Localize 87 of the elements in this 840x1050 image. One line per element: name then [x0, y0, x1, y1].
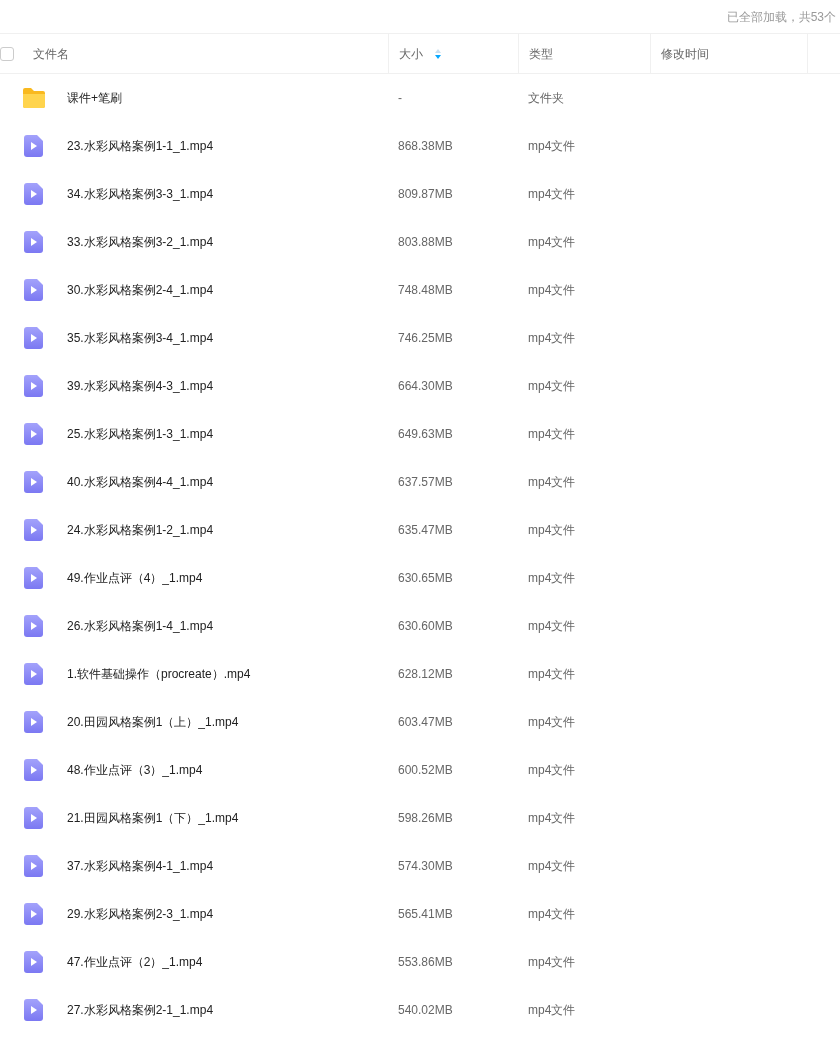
file-name[interactable]: 33.水彩风格案例3-2_1.mp4 — [67, 233, 214, 251]
file-name[interactable]: 48.作业点评（3）_1.mp4 — [67, 761, 203, 779]
file-size: 540.02MB — [398, 1003, 453, 1017]
file-name[interactable]: 24.水彩风格案例1-2_1.mp4 — [67, 521, 214, 539]
video-file-icon — [24, 855, 43, 877]
file-type: mp4文件 — [528, 715, 576, 729]
file-size: 574.30MB — [398, 859, 453, 873]
file-type: mp4文件 — [528, 523, 576, 537]
file-name[interactable]: 27.水彩风格案例2-1_1.mp4 — [67, 1001, 214, 1019]
video-file-icon — [24, 711, 43, 733]
video-file-icon — [24, 615, 43, 637]
select-all-checkbox[interactable] — [0, 46, 14, 61]
video-file-icon — [24, 951, 43, 973]
file-type: mp4文件 — [528, 427, 576, 441]
file-type: 文件夹 — [528, 91, 564, 105]
file-size: 630.65MB — [398, 571, 453, 585]
load-status-text: 已全部加载，共53个 — [726, 8, 836, 26]
video-file-icon — [24, 183, 43, 205]
file-name[interactable]: 49.作业点评（4）_1.mp4 — [67, 569, 203, 587]
file-size: 635.47MB — [398, 523, 453, 537]
file-size: 803.88MB — [398, 235, 453, 249]
file-name[interactable]: 29.水彩风格案例2-3_1.mp4 — [67, 905, 214, 923]
folder-icon — [20, 87, 47, 109]
video-file-icon — [24, 375, 43, 397]
video-file-icon — [24, 567, 43, 589]
column-header[interactable]: 大小 — [399, 44, 441, 63]
file-name[interactable]: 34.水彩风格案例3-3_1.mp4 — [67, 185, 214, 203]
file-size: 664.30MB — [398, 379, 453, 393]
file-size: 598.26MB — [398, 811, 453, 825]
file-type: mp4文件 — [528, 955, 576, 969]
file-name[interactable]: 20.田园风格案例1（上）_1.mp4 — [67, 713, 239, 731]
video-file-icon — [24, 327, 43, 349]
file-name[interactable]: 21.田园风格案例1（下）_1.mp4 — [67, 809, 239, 827]
file-size: 553.86MB — [398, 955, 453, 969]
file-name[interactable]: 35.水彩风格案例3-4_1.mp4 — [67, 329, 214, 347]
file-size: 603.47MB — [398, 715, 453, 729]
file-type: mp4文件 — [528, 667, 576, 681]
file-name[interactable]: 25.水彩风格案例1-3_1.mp4 — [67, 425, 214, 443]
file-name[interactable]: 课件+笔刷 — [67, 89, 122, 107]
file-name[interactable]: 30.水彩风格案例2-4_1.mp4 — [67, 281, 214, 299]
video-file-icon — [24, 903, 43, 925]
video-file-icon — [24, 231, 43, 253]
file-size: 630.60MB — [398, 619, 453, 633]
file-size: 565.41MB — [398, 907, 453, 921]
file-size: 637.57MB — [398, 475, 453, 489]
video-file-icon — [24, 471, 43, 493]
file-size: 628.12MB — [398, 667, 453, 681]
file-type: mp4文件 — [528, 379, 576, 393]
file-type: mp4文件 — [528, 187, 576, 201]
column-header[interactable]: 文件名 — [33, 44, 69, 63]
file-size: - — [398, 91, 402, 105]
video-file-icon — [24, 807, 43, 829]
file-type: mp4文件 — [528, 475, 576, 489]
video-file-icon — [24, 999, 43, 1021]
video-file-icon — [24, 135, 43, 157]
file-name[interactable]: 40.水彩风格案例4-4_1.mp4 — [67, 473, 214, 491]
file-size: 868.38MB — [398, 139, 453, 153]
file-type: mp4文件 — [528, 331, 576, 345]
file-name[interactable]: 23.水彩风格案例1-1_1.mp4 — [67, 137, 214, 155]
video-file-icon — [24, 663, 43, 685]
file-size: 748.48MB — [398, 283, 453, 297]
video-file-icon — [24, 519, 43, 541]
file-size: 600.52MB — [398, 763, 453, 777]
file-type: mp4文件 — [528, 571, 576, 585]
file-type: mp4文件 — [528, 763, 576, 777]
file-type: mp4文件 — [528, 235, 576, 249]
sort-icon[interactable] — [435, 48, 441, 59]
file-name[interactable]: 39.水彩风格案例4-3_1.mp4 — [67, 377, 214, 395]
file-type: mp4文件 — [528, 907, 576, 921]
file-type: mp4文件 — [528, 139, 576, 153]
file-name[interactable]: 1.软件基础操作（procreate）.mp4 — [67, 665, 251, 683]
video-file-icon — [24, 423, 43, 445]
file-name[interactable]: 37.水彩风格案例4-1_1.mp4 — [67, 857, 214, 875]
file-type: mp4文件 — [528, 1003, 576, 1017]
column-header[interactable]: 类型 — [529, 44, 553, 63]
file-type: mp4文件 — [528, 283, 576, 297]
video-file-icon — [24, 759, 43, 781]
file-type: mp4文件 — [528, 619, 576, 633]
file-name[interactable]: 47.作业点评（2）_1.mp4 — [67, 953, 203, 971]
file-type: mp4文件 — [528, 859, 576, 873]
video-file-icon — [24, 279, 43, 301]
file-size: 746.25MB — [398, 331, 453, 345]
file-type: mp4文件 — [528, 811, 576, 825]
file-name[interactable]: 26.水彩风格案例1-4_1.mp4 — [67, 617, 214, 635]
column-header[interactable]: 修改时间 — [661, 44, 709, 63]
file-size: 809.87MB — [398, 187, 453, 201]
file-size: 649.63MB — [398, 427, 453, 441]
